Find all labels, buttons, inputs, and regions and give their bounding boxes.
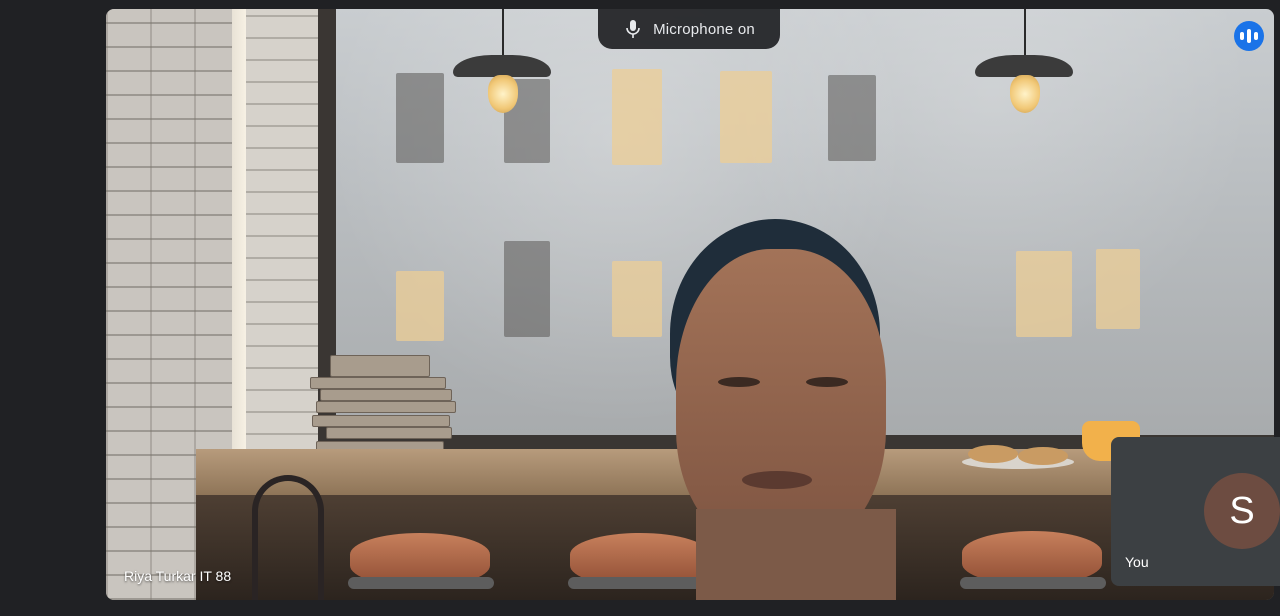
meeting-stage: Microphone on Riya Turkar IT 88 S You <box>0 0 1280 616</box>
microphone-status-text: Microphone on <box>653 20 755 38</box>
microphone-status-toast: Microphone on <box>598 9 780 49</box>
avatar: S <box>1204 473 1280 549</box>
self-view-tile[interactable]: S You <box>1111 437 1280 586</box>
main-video-tile[interactable] <box>106 9 1274 600</box>
pendant-lamp <box>488 75 518 113</box>
pendant-lamp <box>1010 75 1040 113</box>
microphone-icon <box>623 19 643 39</box>
participant-name: Riya Turkar IT 88 <box>124 568 232 584</box>
speaking-indicator-icon <box>1234 21 1264 51</box>
brick-pillar <box>246 9 318 479</box>
self-view-label: You <box>1125 554 1149 570</box>
umbrella <box>252 475 324 600</box>
